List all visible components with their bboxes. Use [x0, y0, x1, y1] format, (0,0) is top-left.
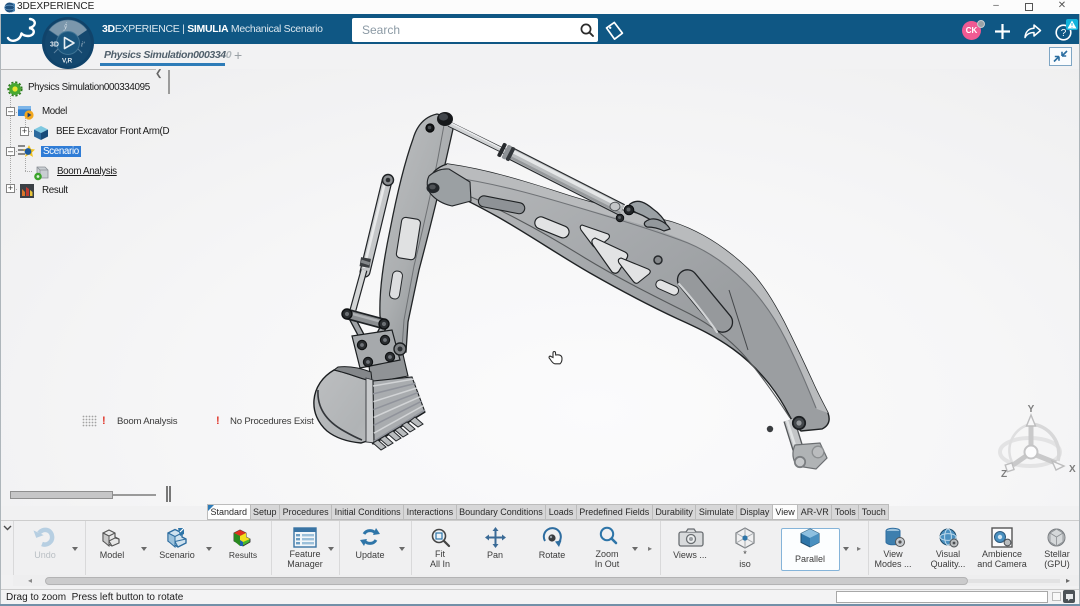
- svg-text:V,R: V,R: [62, 58, 73, 65]
- svg-text:Y: Y: [1028, 404, 1035, 415]
- svg-text:Z: Z: [1001, 469, 1007, 480]
- svg-text:X: X: [1069, 464, 1076, 475]
- svg-text:iʹ: iʹ: [81, 41, 85, 49]
- svg-text:3D: 3D: [50, 42, 59, 49]
